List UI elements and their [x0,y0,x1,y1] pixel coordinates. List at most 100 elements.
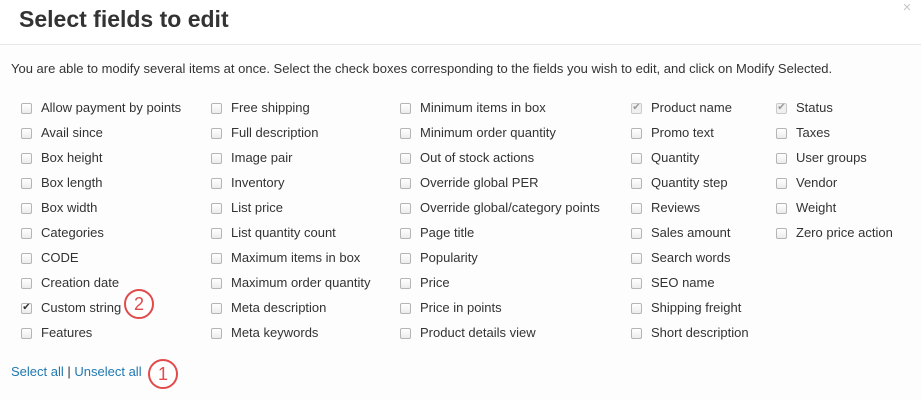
checkbox-checked[interactable]: ✔ [21,302,32,314]
checkbox[interactable] [776,227,787,239]
checkbox[interactable] [211,252,222,264]
checkbox[interactable] [21,327,32,339]
field-option[interactable]: Meta description [211,299,326,317]
field-option[interactable]: Taxes [776,124,830,142]
checkbox[interactable] [400,302,411,314]
checkbox[interactable] [776,127,787,139]
checkbox[interactable] [400,252,411,264]
checkbox[interactable] [631,177,642,189]
field-option[interactable]: Categories [21,224,104,242]
links-separator: | [67,364,71,379]
checkbox[interactable] [631,277,642,289]
checkbox[interactable] [211,102,222,114]
field-option[interactable]: Price [400,274,450,292]
field-option[interactable]: Popularity [400,249,478,267]
checkbox[interactable] [21,102,32,114]
field-option[interactable]: Minimum items in box [400,99,546,117]
field-label: Out of stock actions [420,150,535,165]
field-option[interactable]: Quantity step [631,174,728,192]
checkbox[interactable] [400,102,411,114]
close-icon[interactable]: × [901,0,913,15]
checkbox[interactable] [21,127,32,139]
checkbox[interactable] [400,227,411,239]
field-option[interactable]: Box width [21,199,97,217]
field-option[interactable]: List price [211,199,283,217]
field-option[interactable]: Override global PER [400,174,539,192]
field-option[interactable]: Maximum items in box [211,249,360,267]
field-option[interactable]: ✔ Custom string [21,299,121,317]
field-option[interactable]: Page title [400,224,474,242]
field-label: Taxes [796,125,830,140]
checkbox[interactable] [211,277,222,289]
field-option[interactable]: Price in points [400,299,502,317]
field-option[interactable]: Out of stock actions [400,149,534,167]
checkbox[interactable] [211,127,222,139]
field-option[interactable]: Product details view [400,324,536,342]
field-label: Creation date [41,275,120,290]
field-option[interactable]: CODE [21,249,79,267]
checkbox[interactable] [211,227,222,239]
field-option[interactable]: List quantity count [211,224,336,242]
checkbox[interactable] [211,302,222,314]
field-option[interactable]: Inventory [211,174,284,192]
field-option[interactable]: Weight [776,199,836,217]
field-option[interactable]: Box height [21,149,102,167]
select-all-link[interactable]: Select all [11,364,64,379]
field-option[interactable]: Override global/category points [400,199,600,217]
field-option[interactable]: Meta keywords [211,324,318,342]
checkbox[interactable] [631,127,642,139]
field-option[interactable]: Free shipping [211,99,310,117]
checkbox[interactable] [21,227,32,239]
field-option[interactable]: SEO name [631,274,715,292]
checkbox[interactable] [400,177,411,189]
unselect-all-link[interactable]: Unselect all [74,364,141,379]
checkbox[interactable] [400,327,411,339]
checkbox[interactable] [21,202,32,214]
field-option[interactable]: Search words [631,249,730,267]
field-option[interactable]: Full description [211,124,318,142]
field-option[interactable]: User groups [776,149,867,167]
checkbox[interactable] [631,152,642,164]
field-option[interactable]: Short description [631,324,749,342]
field-option[interactable]: Features [21,324,92,342]
field-option[interactable]: Shipping freight [631,299,741,317]
field-option[interactable]: ✔ Status [776,99,833,117]
checkbox[interactable] [631,327,642,339]
field-option[interactable]: Avail since [21,124,103,142]
checkbox[interactable] [211,202,222,214]
checkbox[interactable] [631,252,642,264]
field-option[interactable]: Allow payment by points [21,99,181,117]
field-option[interactable]: Maximum order quantity [211,274,370,292]
checkbox[interactable] [21,277,32,289]
checkbox[interactable] [400,127,411,139]
checkbox[interactable] [211,177,222,189]
field-label: Box height [41,150,103,165]
field-label: Maximum items in box [231,250,361,265]
field-label: Free shipping [231,100,310,115]
checkbox[interactable] [400,277,411,289]
field-option[interactable]: Minimum order quantity [400,124,556,142]
field-option[interactable]: ✔ Product name [631,99,732,117]
checkbox[interactable] [776,177,787,189]
field-option[interactable]: Sales amount [631,224,731,242]
field-option[interactable]: Reviews [631,199,700,217]
checkbox[interactable] [400,152,411,164]
checkbox[interactable] [776,152,787,164]
checkbox[interactable] [21,152,32,164]
field-option[interactable]: Vendor [776,174,837,192]
checkbox[interactable] [21,252,32,264]
checkbox[interactable] [631,227,642,239]
field-option[interactable]: Zero price action [776,224,893,242]
checkbox[interactable] [211,152,222,164]
field-option[interactable]: Creation date [21,274,119,292]
checkbox[interactable] [776,202,787,214]
checkbox[interactable] [631,302,642,314]
checkbox[interactable] [21,177,32,189]
field-option[interactable]: Box length [21,174,102,192]
checkbox[interactable] [631,202,642,214]
field-option[interactable]: Quantity [631,149,699,167]
field-option[interactable]: Promo text [631,124,714,142]
checkbox[interactable] [211,327,222,339]
field-option[interactable]: Image pair [211,149,292,167]
checkbox[interactable] [400,202,411,214]
